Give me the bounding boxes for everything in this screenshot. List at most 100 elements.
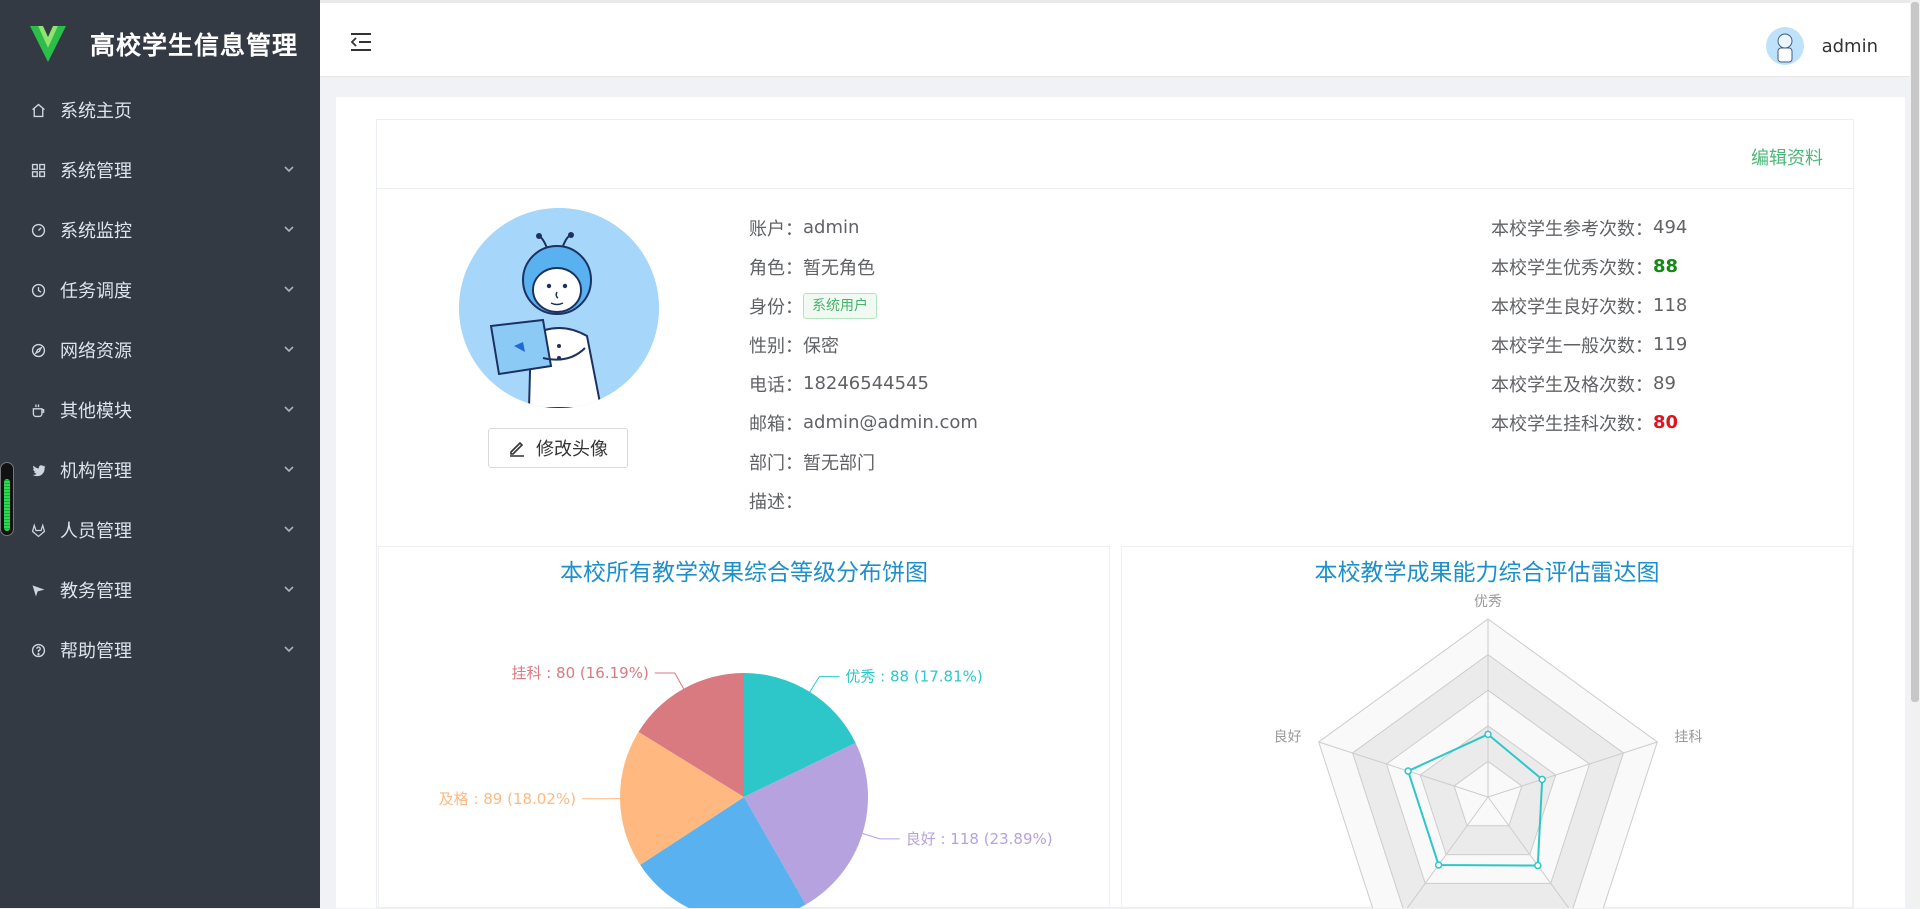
- radar-indicator-4: 良好: [1274, 729, 1302, 745]
- profile-avatar: [459, 208, 659, 408]
- stat-value: 89: [1653, 373, 1676, 394]
- radar-point-0[interactable]: [1485, 731, 1491, 737]
- user-menu[interactable]: admin: [1766, 27, 1878, 65]
- stat-key: 本校学生良好次数：: [1491, 293, 1653, 319]
- info-row-department: 部门：暂无部门: [749, 442, 978, 481]
- edit-icon: [508, 439, 526, 457]
- info-value: 18246544545: [803, 373, 929, 394]
- pie-label-line-0: [810, 677, 840, 692]
- sidebar-item-system-management[interactable]: 系统管理: [0, 140, 320, 200]
- sidebar-item-other-modules[interactable]: 其他模块: [0, 380, 320, 440]
- chevron-down-icon: [282, 402, 296, 416]
- chevron-down-icon: [282, 222, 296, 236]
- info-key: 性别：: [749, 332, 803, 358]
- pie-chart: 优秀 : 88 (17.81%)良好 : 118 (23.89%)及格 : 89…: [379, 547, 1110, 909]
- stat-value: 118: [1653, 295, 1687, 316]
- grid-icon: [28, 160, 48, 180]
- radar-chart-title: 本校教学成果能力综合评估雷达图: [1122, 553, 1852, 587]
- info-value: 暂无部门: [803, 449, 875, 475]
- sidebar-item-personnel-management[interactable]: 人员管理: [0, 500, 320, 560]
- chevron-down-icon: [282, 582, 296, 596]
- info-row-email: 邮箱：admin@admin.com: [749, 403, 978, 442]
- info-key: 部门：: [749, 449, 803, 475]
- sidebar: 高校学生信息管理 系统主页 系统管理 系统监控 任务调度 网络资源: [0, 0, 320, 908]
- volume-gauge-fill: [4, 479, 10, 531]
- info-key: 身份：: [749, 293, 803, 319]
- sidebar-item-network-resources[interactable]: 网络资源: [0, 320, 320, 380]
- info-value: 暂无角色: [803, 254, 875, 280]
- info-row-account: 账户：admin: [749, 208, 978, 247]
- profile-info-list: 账户：admin 角色：暂无角色 身份：系统用户 性别：保密 电话：182465…: [749, 208, 978, 520]
- avatar-illustration: [459, 208, 659, 408]
- menu-fold-icon[interactable]: [348, 31, 374, 53]
- info-value: admin@admin.com: [803, 412, 978, 433]
- radar-indicator-1: 挂科: [1674, 729, 1702, 745]
- top-bar: admin: [320, 3, 1910, 77]
- radar-indicator-0: 优秀: [1474, 594, 1502, 610]
- chevron-down-icon: [282, 282, 296, 296]
- info-key: 邮箱：: [749, 410, 803, 436]
- info-key: 描述：: [749, 488, 803, 514]
- pie-chart-title: 本校所有教学效果综合等级分布饼图: [379, 553, 1109, 587]
- sidebar-item-label: 其他模块: [60, 397, 132, 423]
- question-icon: [28, 640, 48, 660]
- clock-icon: [28, 280, 48, 300]
- volume-gauge[interactable]: [0, 462, 14, 536]
- sidebar-item-label: 任务调度: [60, 277, 132, 303]
- chevron-down-icon: [282, 462, 296, 476]
- info-key: 电话：: [749, 371, 803, 397]
- pie-label-line-4: [655, 673, 684, 689]
- pie-label-4: 挂科 : 80 (16.19%): [511, 664, 648, 682]
- change-avatar-label: 修改头像: [536, 435, 608, 461]
- radar-point-4[interactable]: [1405, 768, 1411, 774]
- radar-point-3[interactable]: [1436, 862, 1442, 868]
- status-badge: 系统用户: [803, 293, 877, 319]
- pie-chart-panel: 优秀 : 88 (17.81%)良好 : 118 (23.89%)及格 : 89…: [378, 546, 1110, 909]
- chevron-down-icon: [282, 522, 296, 536]
- radar-point-1[interactable]: [1539, 776, 1545, 782]
- sidebar-item-label: 机构管理: [60, 457, 132, 483]
- stat-key: 本校学生及格次数：: [1491, 371, 1653, 397]
- sidebar-item-label: 教务管理: [60, 577, 132, 603]
- info-row-description: 描述：: [749, 481, 978, 520]
- send-icon: [28, 580, 48, 600]
- stat-key: 本校学生一般次数：: [1491, 332, 1653, 358]
- sidebar-item-task-schedule[interactable]: 任务调度: [0, 260, 320, 320]
- stat-row-pass: 本校学生及格次数：89: [1491, 364, 1687, 403]
- brand[interactable]: 高校学生信息管理: [28, 20, 318, 68]
- info-row-identity: 身份：系统用户: [749, 286, 978, 325]
- profile-card: 编辑资料 修改头像: [376, 119, 1854, 908]
- stat-key: 本校学生参考次数：: [1491, 215, 1653, 241]
- stat-value: 119: [1653, 334, 1687, 355]
- dashboard-icon: [28, 220, 48, 240]
- sidebar-item-label: 人员管理: [60, 517, 132, 543]
- info-value: 保密: [803, 332, 839, 358]
- info-key: 账户：: [749, 215, 803, 241]
- avatar[interactable]: [1766, 27, 1804, 65]
- radar-chart: 优秀挂科 良好: [1122, 547, 1853, 909]
- info-key: 角色：: [749, 254, 803, 280]
- radar-chart-panel: 优秀挂科 良好 本校教学成果能力综合评估雷达图: [1121, 546, 1853, 909]
- gitlab-icon: [28, 520, 48, 540]
- info-row-role: 角色：暂无角色: [749, 247, 978, 286]
- chevron-down-icon: [282, 162, 296, 176]
- scrollbar-thumb[interactable]: [1911, 2, 1919, 702]
- sidebar-item-org-management[interactable]: 机构管理: [0, 440, 320, 500]
- page-scrollbar[interactable]: [1910, 0, 1920, 908]
- logo-icon: [28, 22, 68, 66]
- sidebar-item-label: 系统主页: [60, 97, 132, 123]
- sidebar-item-home[interactable]: 系统主页: [0, 80, 320, 140]
- stat-value: 80: [1653, 412, 1678, 433]
- edit-profile-link[interactable]: 编辑资料: [1751, 144, 1823, 170]
- sidebar-menu: 系统主页 系统管理 系统监控 任务调度 网络资源 其他模块: [0, 80, 320, 680]
- stat-value: 494: [1653, 217, 1687, 238]
- sidebar-item-academic-management[interactable]: 教务管理: [0, 560, 320, 620]
- radar-point-2[interactable]: [1535, 863, 1541, 869]
- stat-row-fail: 本校学生挂科次数：80: [1491, 403, 1687, 442]
- sidebar-item-help-management[interactable]: 帮助管理: [0, 620, 320, 680]
- change-avatar-button[interactable]: 修改头像: [488, 428, 628, 468]
- sidebar-item-label: 帮助管理: [60, 637, 132, 663]
- sidebar-item-system-monitor[interactable]: 系统监控: [0, 200, 320, 260]
- user-name[interactable]: admin: [1822, 36, 1878, 57]
- stat-value: 88: [1653, 256, 1678, 277]
